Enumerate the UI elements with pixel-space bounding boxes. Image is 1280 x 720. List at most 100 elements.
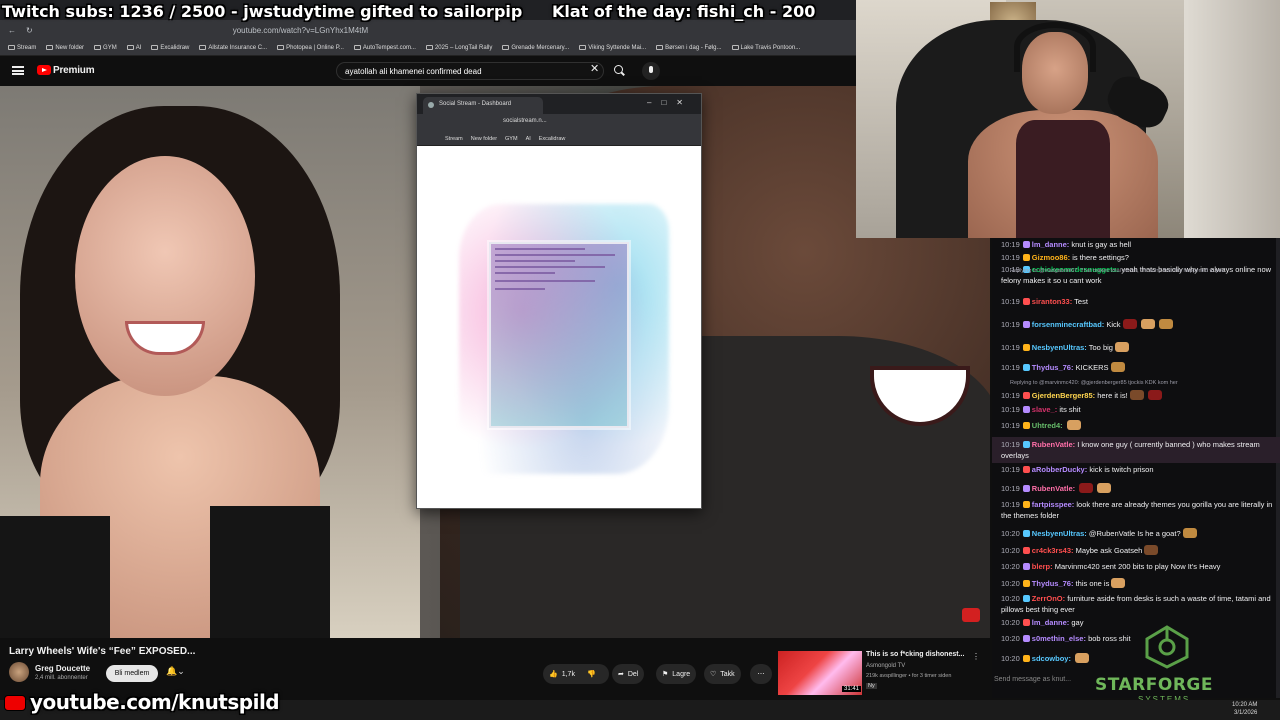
chat-message[interactable]: 10:19 slave_: its shit (1001, 405, 1273, 416)
channel-avatar[interactable] (9, 662, 29, 682)
bookmark-item[interactable]: 2025 – LongTail Rally (425, 45, 492, 51)
bookmark-item[interactable]: Lake Travis Pontoon... (731, 45, 800, 51)
like-button[interactable]: 👍 1,7k 👎 (543, 664, 609, 684)
thanks-button[interactable]: ♡ Takk (704, 664, 741, 684)
chat-scrollbar[interactable] (1276, 238, 1280, 698)
chat-username[interactable]: GjerdenBerger85: (1032, 391, 1095, 400)
bookmark-item[interactable]: Grenade Mercenary... (502, 45, 569, 51)
chat-username[interactable]: blerp: (1032, 562, 1053, 571)
emote-icon (1144, 545, 1159, 555)
chat-message[interactable]: 10:19 Uhtred4: (1001, 420, 1273, 432)
chat-message[interactable]: 10:19 siranton33: Test (1001, 297, 1273, 308)
premium-logo-text[interactable]: Premium (53, 65, 95, 76)
more-actions-button[interactable]: ⋯ (750, 664, 772, 684)
bookmark-item[interactable]: Photopea | Online P... (277, 45, 344, 51)
chat-message[interactable]: 10:19 GjerdenBerger85: here it is! (1001, 390, 1273, 402)
chat-username[interactable]: aRobberDucky: (1032, 465, 1087, 474)
reload-icon[interactable]: ↻ (26, 26, 33, 35)
bookmark-item[interactable]: AI (126, 45, 141, 51)
bookmark-item[interactable]: Viking Syttende Mai... (579, 45, 646, 51)
popup-url[interactable]: socialstream.n... (503, 118, 547, 124)
bookmark-item[interactable]: Excalidraw (539, 136, 566, 142)
chat-message[interactable]: 10:19 forsenminecraftbad: Kick (1001, 319, 1273, 331)
chat-message[interactable]: 10:19 lm_danne: knut is gay as hell (1001, 240, 1273, 251)
channel-name[interactable]: Greg Doucette (35, 664, 90, 673)
chat-username[interactable]: forsenminecraftbad: (1032, 320, 1105, 329)
chat-username[interactable]: fartpisspee: (1032, 500, 1075, 509)
chat-message[interactable]: 10:19 NesbyenUltras: Too big (1001, 342, 1273, 354)
chat-message[interactable]: 10:19 Thydus_76: KICKERS (1001, 362, 1273, 374)
clock-time: 10:20 AM (1232, 702, 1258, 708)
chat-username[interactable]: NesbyenUltras: (1032, 529, 1087, 538)
chat-username[interactable]: sdcowboy: (1032, 654, 1071, 663)
social-stream-window[interactable]: Social Stream - Dashboard –□✕ socialstre… (416, 93, 702, 509)
menu-icon[interactable] (12, 66, 24, 75)
bookmark-item[interactable]: Stream (445, 136, 463, 142)
chat-username[interactable]: Uhtred4: (1032, 421, 1063, 430)
folder-icon (46, 45, 54, 50)
chat-username[interactable]: siranton33: (1032, 297, 1072, 306)
thumbs-down-icon[interactable]: 👎 (587, 670, 596, 678)
preview-line (495, 248, 585, 250)
new-badge: Ny (866, 683, 877, 689)
youtube-logo-icon[interactable] (37, 65, 51, 75)
join-button[interactable]: Bli medlem (106, 665, 158, 682)
chat-message[interactable]: 10:20 NesbyenUltras: @RubenVatle Is he a … (1001, 528, 1273, 540)
bookmark-item[interactable]: AI (526, 136, 531, 142)
folder-icon (425, 45, 433, 50)
suggested-more-icon[interactable]: ⋮ (972, 652, 980, 661)
suggested-video-title[interactable]: This is so f*cking dishonest... (866, 651, 976, 658)
chat-message[interactable]: 10:19 aRobberDucky: kick is twitch prison (1001, 465, 1273, 476)
chat-username[interactable]: RubenVatle: (1032, 440, 1075, 449)
bookmark-item[interactable]: New folder (471, 136, 497, 142)
chat-message[interactable]: 10:20 s0methin_else: bob ross shit (1001, 634, 1273, 645)
chat-username[interactable]: RubenVatle: (1032, 484, 1075, 493)
bookmark-item[interactable]: Børsen i dag - Følg... (656, 45, 722, 51)
bookmark-item[interactable]: Stream (8, 45, 36, 51)
chat-username[interactable]: ZerrOnO: (1032, 594, 1065, 603)
microphone-icon[interactable] (642, 62, 660, 80)
chat-message[interactable]: 10:19 Gizmoo86: is there settings? (1001, 253, 1273, 264)
bookmark-item[interactable]: GYM (505, 136, 518, 142)
folder-icon (656, 45, 664, 50)
bookmark-item[interactable]: Allstate Insurance C... (199, 45, 267, 51)
chat-username[interactable]: lm_danne: (1032, 618, 1070, 627)
chat-username[interactable]: Thydus_76: (1032, 363, 1074, 372)
back-icon[interactable]: ← (8, 26, 16, 35)
chat-message[interactable]: 10:19 RubenVatle: (1001, 483, 1273, 495)
chat-username[interactable]: slave_: (1032, 405, 1057, 414)
save-button[interactable]: ⚑ Lagre (656, 664, 697, 684)
chat-username[interactable]: s0methin_else: (1032, 634, 1086, 643)
chat-username[interactable]: lm_danne: (1032, 240, 1070, 249)
chat-message[interactable]: 10:19 RubenVatle: I know one guy ( curren… (1001, 440, 1273, 461)
notification-bell-icon[interactable]: 🔔⌄ (166, 666, 194, 682)
bookmark-item[interactable]: AutoTempest.com... (353, 45, 416, 51)
suggested-video-channel[interactable]: Asmongold TV (866, 663, 905, 669)
chat-message[interactable]: 10:20 Thydus_76: this one is (1001, 578, 1273, 590)
search-icon[interactable] (610, 62, 628, 80)
popup-tab[interactable]: Social Stream - Dashboard (423, 97, 543, 114)
chat-username[interactable]: Thydus_76: (1032, 579, 1074, 588)
chat-panel: 10:19 lm_danne: knut is gay as hell 10:19 G… (992, 238, 1280, 698)
url-text[interactable]: youtube.com/watch?v=LGnYhx1M4tM (233, 26, 368, 35)
chat-message[interactable]: 10:20 cr4ck3rs43: Maybe ask Goatseh (1001, 545, 1273, 557)
chat-message[interactable]: 10:20 blerp: Marvinmc420 sent 200 bits to… (1001, 562, 1273, 573)
bookmark-item[interactable]: Excalidraw (151, 45, 189, 51)
chat-text: Test (1074, 297, 1088, 306)
chat-message[interactable]: 10:20 ZerrOnO: furniture aside from desks… (1001, 594, 1273, 615)
chat-message[interactable]: 10:20 sdcowboy: (1001, 653, 1273, 665)
chat-message[interactable]: 10:20 lm_danne: gay (1001, 618, 1273, 629)
share-button[interactable]: ➦ Del (612, 664, 645, 684)
chat-message[interactable]: 10:19 fartpisspee: look there are already… (1001, 500, 1273, 521)
chat-username[interactable]: Gizmoo86: (1032, 253, 1070, 262)
search-input[interactable]: ayatollah ali khamenei confirmed dead (336, 62, 604, 80)
channel-watermark-icon[interactable] (962, 608, 980, 622)
chat-username[interactable]: cr4ck3rs43: (1032, 546, 1074, 555)
bookmark-label: Excalidraw (160, 44, 190, 51)
window-controls[interactable]: –□✕ (647, 98, 693, 107)
clear-search-icon[interactable]: ✕ (590, 62, 599, 75)
bookmark-item[interactable]: New folder (46, 45, 84, 51)
chat-username[interactable]: NesbyenUltras: (1032, 343, 1087, 352)
bookmark-item[interactable]: GYM (94, 45, 117, 51)
cam-door (1184, 0, 1280, 238)
